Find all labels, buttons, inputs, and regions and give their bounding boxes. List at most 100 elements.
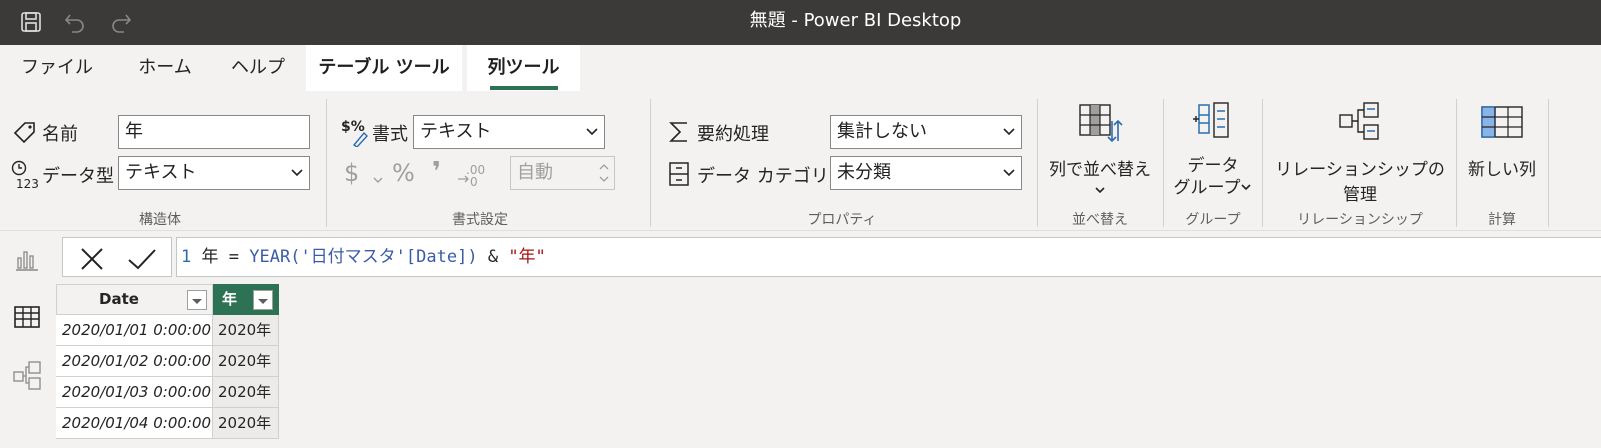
data-groups-label-line1: データ [1187, 156, 1239, 176]
data-category-label: データ カテゴリ [697, 166, 829, 187]
tab-help[interactable]: ヘルプ [222, 45, 294, 91]
format-select[interactable]: テキスト [413, 115, 605, 149]
group-label-sort: 並べ替え [1072, 212, 1128, 228]
svg-text:$%: $% [341, 119, 365, 135]
summarize-value: 集計しない [837, 121, 927, 142]
formula-ampersand: & [487, 247, 499, 267]
data-groups-icon [1193, 102, 1229, 138]
group-label-properties: プロパティ [807, 212, 877, 228]
column-header-year[interactable]: 年 [213, 284, 279, 315]
comma-button[interactable]: ❜ [432, 157, 441, 187]
model-view-icon[interactable] [12, 360, 42, 390]
chevron-down-icon [291, 169, 303, 177]
data-groups-label-line2-row: グループ [1170, 177, 1256, 199]
chevron-down-icon [1095, 187, 1105, 194]
sort-by-column-button[interactable]: 列で並べ替え [1044, 99, 1156, 201]
filter-dropdown-icon[interactable] [253, 290, 273, 310]
title-bar: 無題 - Power BI Desktop [0, 0, 1601, 45]
currency-button[interactable]: $ [344, 159, 359, 187]
manage-relationships-button[interactable]: リレーションシップの管理 [1268, 99, 1452, 205]
formula-bar: 1 年 = YEAR('日付マスタ'[Date]) & "年" [62, 237, 1601, 277]
sort-by-column-icon [1079, 104, 1123, 143]
group-label-formatting: 書式設定 [452, 212, 508, 228]
chevron-down-icon [1003, 169, 1015, 177]
datatype-icon: 123 [10, 159, 40, 191]
data-groups-label-line2: グループ [1173, 178, 1241, 198]
table-cell[interactable]: 2020/01/01 0:00:00 [56, 315, 213, 346]
tab-home[interactable]: ホーム [126, 45, 204, 91]
group-label-groups: グループ [1185, 212, 1241, 228]
format-label: 書式 [372, 124, 408, 145]
name-input[interactable]: 年 [118, 115, 310, 149]
group-divider [1262, 99, 1263, 227]
new-column-icon [1481, 106, 1523, 138]
decimal-places-value: 自動 [517, 162, 553, 183]
ribbon-tabs: ファイル ホーム ヘルプ テーブル ツール 列ツール [0, 45, 1601, 91]
datatype-value: テキスト [125, 162, 197, 183]
table-cell[interactable]: 2020年 [213, 377, 279, 408]
sigma-icon [668, 120, 690, 144]
data-category-value: 未分類 [837, 162, 891, 183]
data-category-select[interactable]: 未分類 [830, 156, 1022, 190]
group-divider [1456, 99, 1457, 227]
commit-formula-icon[interactable] [127, 246, 157, 272]
percent-button[interactable]: % [392, 159, 415, 187]
formula-line-number: 1 [181, 247, 192, 267]
data-category-icon [668, 161, 690, 187]
formula-function: YEAR [249, 247, 291, 267]
table-cell[interactable]: 2020年 [213, 315, 279, 346]
spinner-arrows-icon[interactable] [598, 160, 610, 186]
group-divider [1548, 99, 1549, 227]
datatype-select[interactable]: テキスト [118, 156, 310, 190]
datatype-label: データ型 [42, 166, 114, 187]
active-tab-indicator [489, 86, 558, 90]
group-divider [1163, 99, 1164, 227]
column-header-label: Date [99, 290, 139, 308]
cancel-formula-icon[interactable] [79, 246, 105, 272]
table-cell[interactable]: 2020年 [213, 346, 279, 377]
table-cell[interactable]: 2020/01/02 0:00:00 [56, 346, 213, 377]
formula-string: "年" [508, 247, 546, 267]
column-header-label: 年 [222, 290, 238, 308]
format-icon: $% [340, 117, 370, 148]
summarize-select[interactable]: 集計しない [830, 115, 1022, 149]
group-divider [1037, 99, 1038, 227]
format-value: テキスト [420, 121, 492, 142]
chevron-down-icon [1003, 128, 1015, 136]
column-header-date[interactable]: Date [56, 284, 213, 315]
chevron-down-icon[interactable] [372, 171, 384, 183]
decimal-places-stepper[interactable]: 自動 [510, 156, 615, 190]
tag-icon [12, 120, 38, 146]
ribbon: 名前 年 123 データ型 テキスト 構造体 $% 書式 テキスト $ % ❜ … [0, 91, 1601, 231]
data-groups-label: データ グループ [1170, 155, 1256, 199]
formula-input[interactable]: 1 年 = YEAR('日付マスタ'[Date]) & "年" [176, 237, 1601, 277]
tab-column-tools-label: 列ツール [487, 57, 560, 78]
chevron-down-icon [1241, 184, 1252, 191]
new-column-label: 新しい列 [1468, 160, 1536, 180]
manage-relationships-label: リレーションシップの管理 [1275, 160, 1445, 205]
table-view-icon[interactable] [12, 302, 42, 332]
formula-column-name: 年 [201, 247, 219, 267]
group-label-relationships: リレーションシップ [1297, 212, 1423, 228]
table-cell[interactable]: 2020/01/03 0:00:00 [56, 377, 213, 408]
tab-table-tools[interactable]: テーブル ツール [306, 45, 462, 91]
summarize-label: 要約処理 [697, 124, 769, 145]
group-label-structure: 構造体 [139, 212, 181, 228]
data-groups-button[interactable]: データ グループ [1170, 99, 1256, 199]
svg-text:123: 123 [16, 177, 39, 191]
decimal-icon[interactable]: .00 0 [456, 161, 486, 189]
table-cell[interactable]: 2020年 [213, 408, 279, 439]
chevron-down-icon [586, 128, 598, 136]
tab-file[interactable]: ファイル [14, 45, 100, 91]
name-label: 名前 [42, 124, 78, 145]
filter-dropdown-icon[interactable] [187, 290, 207, 310]
formula-argument: ('日付マスタ'[Date]) [290, 247, 478, 267]
formula-buttons [62, 237, 172, 277]
new-column-button[interactable]: 新しい列 [1462, 99, 1542, 180]
report-view-icon[interactable] [12, 244, 42, 274]
group-label-calculations: 計算 [1488, 212, 1516, 228]
group-divider [326, 99, 327, 227]
table-cell[interactable]: 2020/01/04 0:00:00 [56, 408, 213, 439]
relationships-icon [1339, 102, 1379, 140]
tab-column-tools[interactable]: 列ツール [467, 45, 580, 91]
